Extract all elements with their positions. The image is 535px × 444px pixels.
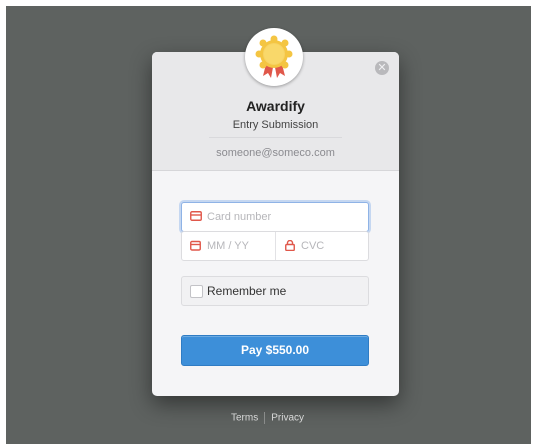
calendar-icon [190,240,201,251]
expiry-cvc-row: MM / YY CVC [181,231,369,261]
expiry-placeholder: MM / YY [207,240,249,252]
modal-subtitle: Entry Submission [232,119,319,131]
expiry-input[interactable]: MM / YY [182,232,275,260]
lock-icon [285,240,295,251]
header-divider [209,137,342,138]
close-icon[interactable]: ✕ [375,61,389,75]
privacy-link[interactable]: Privacy [271,413,304,424]
credit-card-icon [190,211,202,221]
terms-link[interactable]: Terms [231,413,258,424]
remember-me-label: Remember me [207,284,287,298]
award-badge [245,28,303,86]
card-number-input[interactable]: Card number [181,202,369,232]
email-display: someone@someco.com [216,147,335,159]
award-ribbon-icon [255,35,293,78]
cvc-placeholder: CVC [301,240,325,252]
card-number-placeholder: Card number [207,211,272,223]
remember-me-row[interactable]: Remember me [181,276,369,306]
footer-separator [264,412,266,424]
remember-me-checkbox[interactable] [190,285,203,298]
footer-links: Terms Privacy [0,412,535,424]
checkout-modal: ✕ Awardify Entry Submission someone@some… [152,28,399,396]
pay-button[interactable]: Pay $550.00 [181,335,369,366]
cvc-input[interactable]: CVC [276,232,368,260]
modal-header: ✕ Awardify Entry Submission someone@some… [152,28,399,171]
brand-name: Awardify [246,98,305,114]
